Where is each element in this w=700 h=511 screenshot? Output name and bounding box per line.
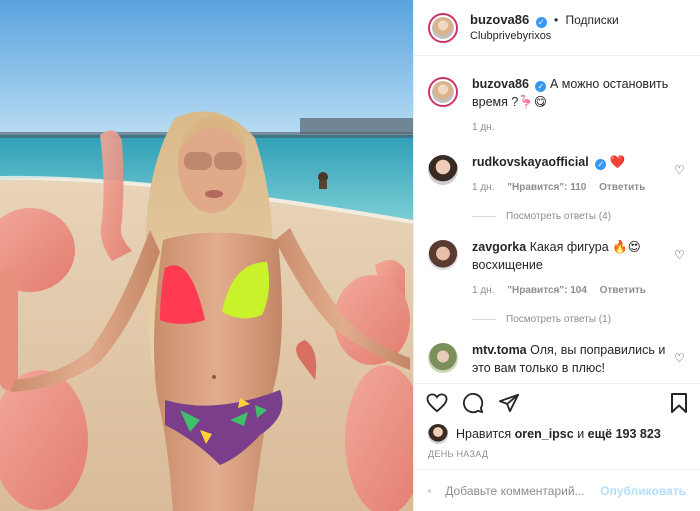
caption-author-avatar[interactable] <box>428 77 458 107</box>
location-link[interactable]: Clubprivebyrixos <box>470 28 619 44</box>
emoji-icon[interactable] <box>428 480 432 502</box>
comment-like-icon[interactable]: ♡ <box>674 351 686 365</box>
view-replies-label: Посмотреть ответы (4) <box>506 211 612 222</box>
view-replies-label: Посмотреть ответы (1) <box>506 314 612 325</box>
caption-row: buzova86 ✓ А можно остановить время ?🦩😋 … <box>428 75 686 137</box>
comment-like-icon[interactable]: ♡ <box>674 248 686 262</box>
comment-meta: 1 дн. "Нравится": 110 Ответить <box>472 179 672 197</box>
comment-likes-count[interactable]: "Нравится": 104 <box>507 285 587 296</box>
commenter-username[interactable]: mtv.toma <box>472 343 527 357</box>
separator-dot: • <box>553 12 559 27</box>
commenter-avatar[interactable] <box>428 240 458 270</box>
commenter-avatar[interactable] <box>428 155 458 185</box>
comment-item: rudkovskayaofficial ✓ ❤️ 1 дн. "Нравится… <box>428 153 686 197</box>
share-icon[interactable] <box>498 393 520 413</box>
likes-others-count[interactable]: ещё 193 823 <box>588 427 661 441</box>
publish-button[interactable]: Опубликовать <box>600 484 686 498</box>
view-replies-button[interactable]: Посмотреть ответы (1) <box>472 314 686 325</box>
comment-icon[interactable] <box>462 392 484 414</box>
comment-like-icon[interactable]: ♡ <box>674 163 686 177</box>
comment-text: ❤️ <box>609 155 626 169</box>
comments-list[interactable]: buzova86 ✓ А можно остановить время ?🦩😋 … <box>414 57 700 383</box>
comment-input[interactable] <box>445 483 601 498</box>
add-comment-bar: Опубликовать <box>414 469 700 511</box>
post-photo[interactable] <box>0 0 413 511</box>
verified-icon: ✓ <box>535 81 547 92</box>
likes-summary: Нравится oren_ipsc и ещё 193 823 <box>428 424 686 444</box>
comment-age: 1 дн. <box>472 182 495 193</box>
comment-likes-count[interactable]: "Нравится": 110 <box>507 182 586 193</box>
post-header: buzova86 ✓ • Подписки Clubprivebyrixos <box>414 0 700 56</box>
reply-button[interactable]: Ответить <box>599 182 645 193</box>
author-username[interactable]: buzova86 <box>470 12 529 27</box>
caption-meta: 1 дн. <box>472 119 672 137</box>
commenter-username[interactable]: rudkovskayaofficial <box>472 155 589 169</box>
beach-photo-illustration <box>0 0 413 511</box>
liker-username[interactable]: oren_ipsc <box>515 427 574 441</box>
post-date: ДЕНЬ НАЗАД <box>428 449 489 459</box>
verified-icon: ✓ <box>595 159 607 170</box>
action-bar <box>414 383 700 421</box>
liker-avatar[interactable] <box>428 424 448 444</box>
view-replies-button[interactable]: Посмотреть ответы (4) <box>472 211 686 222</box>
heart-icon[interactable] <box>426 392 448 413</box>
commenter-username[interactable]: zavgorka <box>472 240 526 254</box>
comment-meta: 1 дн. "Нравится": 104 Ответить <box>472 282 672 300</box>
bookmark-icon[interactable] <box>670 392 688 414</box>
commenter-avatar[interactable] <box>428 343 458 373</box>
reply-button[interactable]: Ответить <box>600 285 646 296</box>
likes-prefix: Нравится <box>456 427 512 441</box>
following-button[interactable]: Подписки <box>565 13 618 27</box>
verified-icon: ✓ <box>535 16 547 28</box>
caption-age: 1 дн. <box>472 122 495 133</box>
comment-item: zavgorka Какая фигура 🔥😍 восхищение 1 дн… <box>428 238 686 300</box>
author-avatar[interactable] <box>428 12 458 43</box>
caption-author[interactable]: buzova86 <box>472 77 529 91</box>
comment-item: mtv.toma Оля, вы поправились и это вам т… <box>428 341 686 377</box>
comment-age: 1 дн. <box>472 285 495 296</box>
likes-connector: и <box>577 427 585 441</box>
post-sidebar: buzova86 ✓ • Подписки Clubprivebyrixos b… <box>413 0 700 511</box>
